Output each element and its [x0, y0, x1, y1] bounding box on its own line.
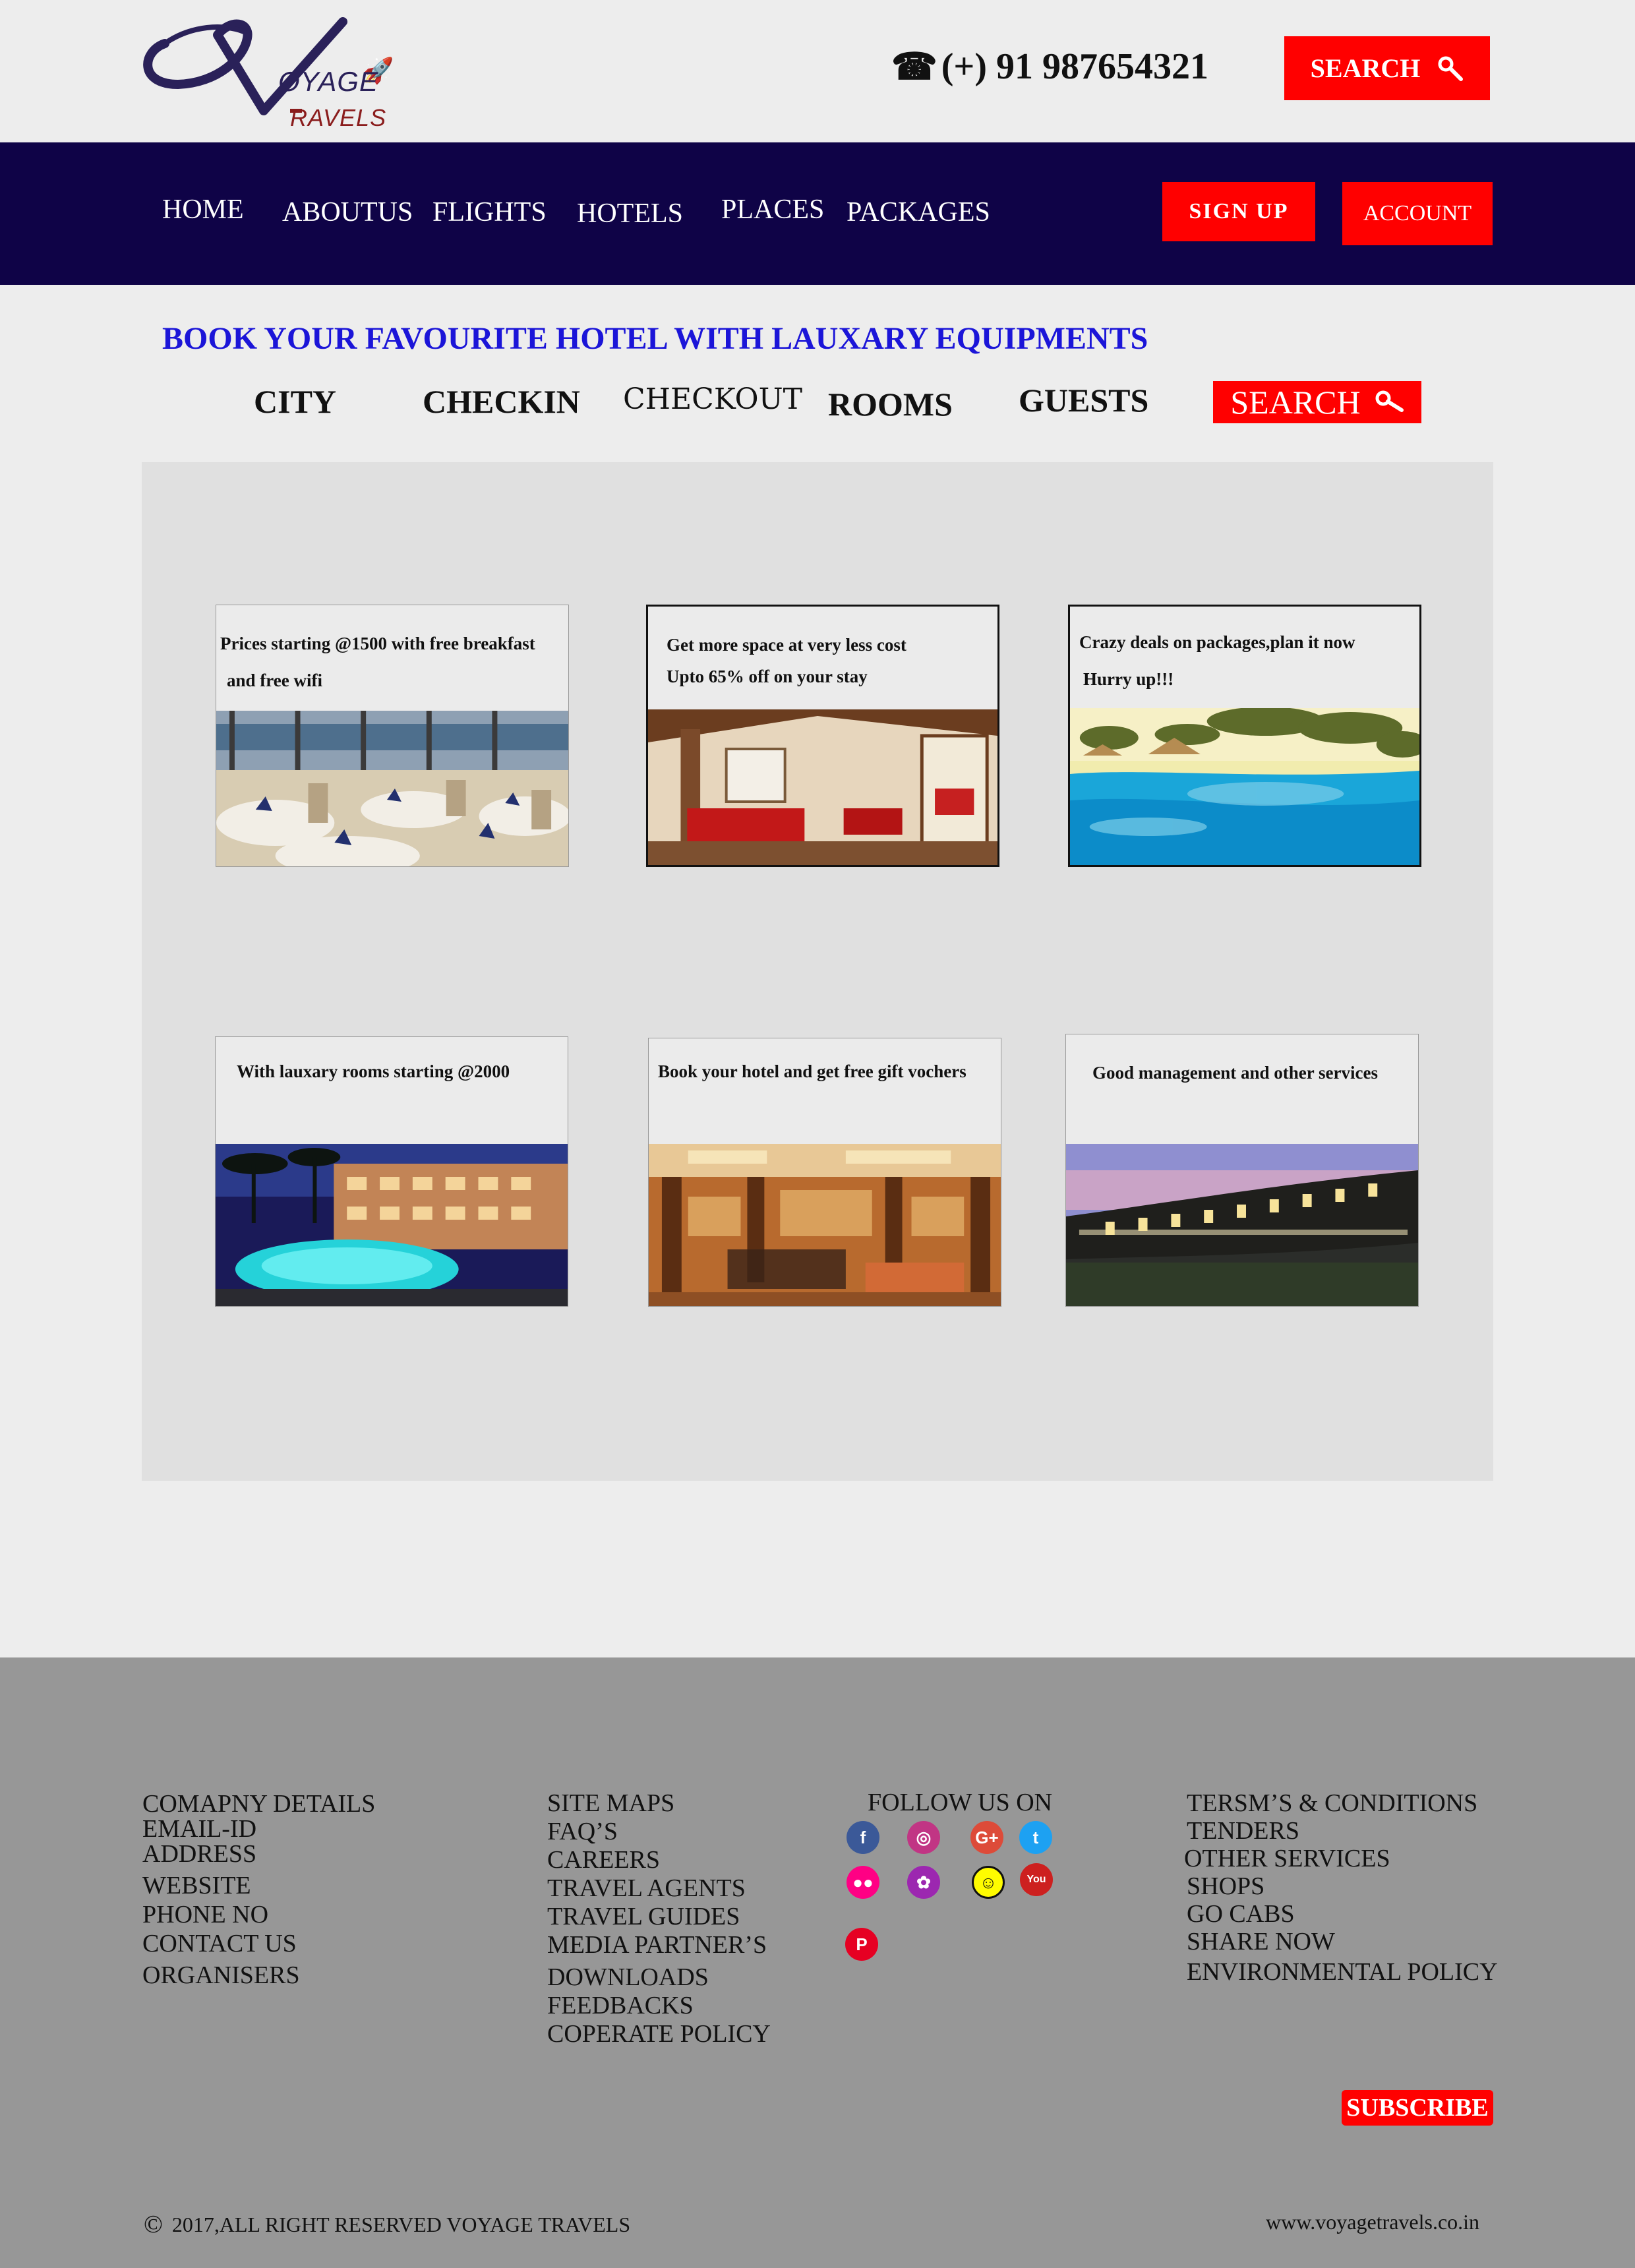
booking-headline: BOOK YOUR FAVOURITE HOTEL WITH LAUXARY E…	[162, 321, 1148, 356]
offer-card-luxury-rooms[interactable]: With lauxary rooms starting @2000	[215, 1036, 568, 1307]
footer-link[interactable]: TERSM’S & CONDITIONS	[1187, 1789, 1498, 1817]
lobby-image	[649, 1144, 1001, 1306]
footer-link[interactable]: WEBSITE	[142, 1871, 375, 1900]
footer-column-policies: TERSM’S & CONDITIONS TENDERS OTHER SERVI…	[1184, 1789, 1498, 1986]
footer-link[interactable]: DOWNLOADS	[547, 1963, 771, 1992]
offer-card-text: Book your hotel and get free gift vocher…	[649, 1038, 1001, 1090]
resort-dusk-image	[1066, 1144, 1418, 1306]
footer-link[interactable]: ENVIRONMENTAL POLICY	[1187, 1958, 1498, 1986]
nav-item-packages[interactable]: PACKAGES	[847, 196, 990, 228]
pool-image	[1070, 708, 1419, 865]
picasa-icon[interactable]: ✿	[907, 1866, 940, 1899]
logo-text-voyage: OYAGE	[278, 66, 379, 97]
website-link[interactable]: www.voyagetravels.co.in	[1266, 2210, 1479, 2234]
offer-card-line1: Prices starting @1500 with free breakfas…	[220, 634, 535, 653]
offer-card-breakfast[interactable]: Prices starting @1500 with free breakfas…	[216, 605, 569, 867]
instagram-icon[interactable]: ◎	[907, 1821, 940, 1854]
offer-card-management[interactable]: Good management and other services	[1065, 1034, 1419, 1307]
offer-card-line1: With lauxary rooms starting @2000	[237, 1061, 510, 1081]
header-search-button[interactable]: SEARCH	[1284, 36, 1490, 100]
footer-link[interactable]: CONTACT US	[142, 1929, 375, 1958]
nav-item-home[interactable]: HOME	[162, 194, 244, 225]
footer-link[interactable]: COPERATE POLICY	[547, 2020, 771, 2048]
nav-item-hotels[interactable]: HOTELS	[577, 198, 683, 229]
phone-contact: ☎ (+) 91 987654321	[891, 44, 1208, 90]
footer-link[interactable]: FAQ’S	[547, 1818, 771, 1846]
footer-link[interactable]: SHARE NOW	[1187, 1928, 1498, 1955]
footer-link[interactable]: TRAVEL AGENTS	[547, 1874, 771, 1903]
booking-search-button[interactable]: SEARCH	[1213, 381, 1421, 423]
field-guests[interactable]: GUESTS	[1019, 381, 1148, 419]
copyright-text: 2017,ALL RIGHT RESERVED VOYAGE TRAVELS	[171, 2212, 631, 2236]
pinterest-icon[interactable]: P	[845, 1928, 878, 1961]
search-icon	[1375, 390, 1404, 412]
offer-card-text: Good management and other services	[1066, 1034, 1418, 1091]
field-rooms[interactable]: ROOMS	[828, 385, 953, 423]
field-checkout[interactable]: CHECKOUT	[623, 382, 802, 416]
footer-link[interactable]: SITE MAPS	[547, 1789, 771, 1818]
nav-item-aboutus[interactable]: ABOUTUS	[282, 196, 413, 228]
footer-column-sitemap: SITE MAPS FAQ’S CAREERS TRAVEL AGENTS TR…	[547, 1789, 771, 2048]
offer-card-text: With lauxary rooms starting @2000	[216, 1037, 568, 1090]
field-city[interactable]: CITY	[254, 382, 336, 421]
subscribe-button[interactable]: SUBSCRIBE	[1342, 2090, 1493, 2126]
restaurant-image	[216, 711, 568, 866]
offer-card-line1: Get more space at very less cost	[667, 635, 907, 655]
footer-link[interactable]: PHONE NO	[142, 1900, 375, 1929]
footer-link[interactable]: CAREERS	[547, 1846, 771, 1874]
offer-card-line2: and free wifi	[227, 671, 322, 690]
footer-link[interactable]: TRAVEL GUIDES	[547, 1903, 771, 1931]
sign-up-button[interactable]: SIGN UP	[1162, 182, 1315, 241]
offer-card-line1: Book your hotel and get free gift vocher…	[658, 1061, 966, 1081]
footer-link[interactable]: FEEDBACKS	[547, 1992, 771, 2020]
copyright-icon: ©	[144, 2211, 163, 2238]
logo-text-travels: RAVELS	[290, 104, 387, 131]
main-navigation: HOME ABOUTUS FLIGHTS HOTELS PLACES PACKA…	[0, 142, 1635, 285]
telephone-icon: ☎	[891, 46, 937, 88]
footer-link[interactable]: TENDERS	[1187, 1817, 1498, 1845]
account-button[interactable]: ACCOUNT	[1342, 182, 1493, 245]
header-search-label: SEARCH	[1310, 53, 1421, 83]
flickr-icon[interactable]: ●●	[847, 1866, 879, 1899]
offer-card-line1: Crazy deals on packages,plan it now	[1079, 632, 1355, 652]
facebook-icon[interactable]: f	[847, 1821, 879, 1854]
logo[interactable]: 🚀 OYAGE RAVELS	[138, 12, 415, 137]
footer-link[interactable]: ORGANISERS	[142, 1961, 375, 1990]
room-image	[648, 709, 997, 865]
offer-card-packages[interactable]: Crazy deals on packages,plan it now Hurr…	[1068, 605, 1421, 867]
offer-card-line1: Good management and other services	[1092, 1063, 1378, 1083]
offer-card-line2: Hurry up!!!	[1083, 669, 1174, 689]
offer-card-space[interactable]: Get more space at very less cost Upto 65…	[646, 605, 999, 867]
offer-card-text: Prices starting @1500 with free breakfas…	[216, 605, 568, 699]
footer-link[interactable]: ADDRESS	[142, 1839, 375, 1868]
follow-us-title: FOLLOW US ON	[868, 1789, 1053, 1816]
field-checkin[interactable]: CHECKIN	[423, 382, 580, 421]
snapchat-icon[interactable]: ☺	[972, 1866, 1005, 1899]
footer-link[interactable]: SHOPS	[1187, 1872, 1498, 1900]
google-plus-icon[interactable]: G+	[970, 1821, 1003, 1854]
offer-card-line2: Upto 65% off on your stay	[667, 667, 868, 686]
offer-card-gift-vouchers[interactable]: Book your hotel and get free gift vocher…	[648, 1038, 1001, 1307]
footer-link[interactable]: GO CABS	[1187, 1900, 1498, 1928]
footer-link[interactable]: MEDIA PARTNER’S	[547, 1931, 771, 1959]
footer-column-company: COMAPNY DETAILS EMAIL-ID ADDRESS WEBSITE…	[142, 1789, 375, 1990]
nav-item-flights[interactable]: FLIGHTS	[432, 196, 547, 228]
resort-night-image	[216, 1144, 568, 1306]
copyright: © 2017,ALL RIGHT RESERVED VOYAGE TRAVELS	[144, 2210, 630, 2239]
phone-number: (+) 91 987654321	[941, 46, 1208, 87]
footer-link[interactable]: OTHER SERVICES	[1184, 1845, 1498, 1872]
twitter-icon[interactable]: t	[1019, 1821, 1052, 1854]
youtube-icon[interactable]: You	[1020, 1863, 1053, 1896]
booking-search-label: SEARCH	[1230, 384, 1361, 421]
offer-card-text: Get more space at very less cost Upto 65…	[648, 607, 997, 690]
offer-card-text: Crazy deals on packages,plan it now Hurr…	[1070, 607, 1419, 698]
search-icon	[1438, 56, 1464, 81]
nav-item-places[interactable]: PLACES	[721, 194, 824, 225]
